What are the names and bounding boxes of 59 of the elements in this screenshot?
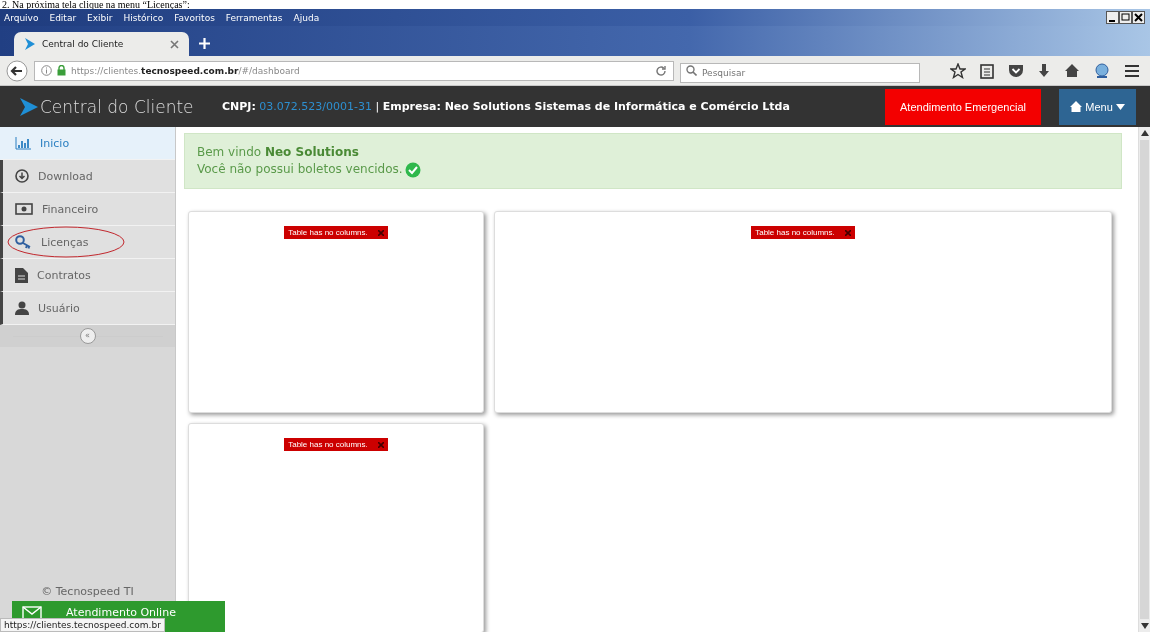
pocket-icon[interactable] (1008, 63, 1024, 78)
menu-item[interactable]: Exibir (87, 12, 113, 23)
search-field[interactable]: Pesquisar (680, 62, 920, 83)
brand-name: Central do Cliente (40, 96, 194, 117)
download-icon[interactable] (1038, 62, 1050, 79)
close-icon[interactable] (170, 39, 179, 49)
home-icon[interactable] (1064, 63, 1080, 78)
clipboard-icon[interactable] (980, 62, 994, 79)
user-icon (15, 301, 29, 315)
home-icon (1070, 101, 1083, 112)
bar-chart-icon (15, 136, 31, 150)
menu-item[interactable]: Editar (49, 12, 77, 23)
download-circle-icon (15, 169, 29, 183)
chevron-logo-icon (18, 95, 40, 118)
scroll-up-icon[interactable] (1140, 130, 1149, 136)
menu-item[interactable]: Arquivo (4, 12, 39, 23)
menu-button[interactable]: Menu (1059, 88, 1136, 125)
error-badge: Table has no columns. (284, 226, 388, 239)
sidebar-item[interactable]: Financeiro (0, 193, 175, 226)
menu-item[interactable]: Favoritos (174, 12, 215, 23)
back-icon[interactable] (6, 59, 28, 82)
star-icon[interactable] (950, 62, 966, 79)
reload-icon[interactable] (655, 64, 667, 77)
sidebar-item[interactable]: Inicio (0, 127, 175, 160)
banknote-icon (15, 203, 33, 215)
emergency-button[interactable]: Atendimento Emergencial (885, 88, 1041, 125)
document-icon (15, 267, 28, 283)
sidebar-item[interactable]: Download (0, 160, 175, 193)
status-url-tooltip: https://clientes.tecnospeed.com.br (0, 618, 165, 632)
scroll-down-icon[interactable] (1140, 623, 1149, 629)
browser-tab[interactable]: Central do Cliente (14, 32, 189, 56)
error-badge: Table has no columns. (751, 226, 855, 239)
window-controls-icon[interactable] (1106, 11, 1146, 24)
sidebar-item[interactable]: Licenças (0, 226, 175, 259)
key-icon (15, 235, 32, 249)
close-icon[interactable] (377, 441, 384, 448)
chevron-logo-icon (24, 37, 36, 51)
welcome-text: Bem vindo Neo Solutions (197, 144, 360, 161)
caret-icon (1115, 103, 1125, 110)
scrollbar[interactable] (1138, 127, 1150, 632)
sidebar-item[interactable]: Usuário (0, 292, 175, 325)
new-tab-icon[interactable] (199, 38, 210, 49)
info-icon (41, 65, 52, 76)
menu-item[interactable]: Ferramentas (225, 12, 283, 23)
sidebar-item[interactable]: Contratos (0, 259, 175, 292)
close-icon[interactable] (844, 229, 851, 236)
check-circle-icon (404, 161, 421, 178)
company-info: CNPJ: 03.072.523/0001-31 | Empresa: Neo Solutions Sistemas de Informática e Comércio Ltda (222, 100, 790, 113)
menu-item[interactable]: Ajuda (293, 12, 320, 23)
close-icon[interactable] (377, 229, 384, 236)
error-badge: Table has no columns. (284, 438, 388, 451)
copyright-text: © Tecnospeed TI (40, 585, 135, 598)
collapse-button[interactable]: « (79, 328, 96, 344)
globe-icon[interactable] (1094, 62, 1110, 79)
address-field[interactable]: https://clientes.tecnospeed.com.br/#/dashboard (34, 60, 674, 81)
menu-icon[interactable] (1124, 63, 1140, 78)
lock-icon (57, 65, 66, 76)
menu-item[interactable]: Histórico (123, 12, 164, 23)
status-message: Você não possui boletos vencidos. (197, 161, 403, 178)
